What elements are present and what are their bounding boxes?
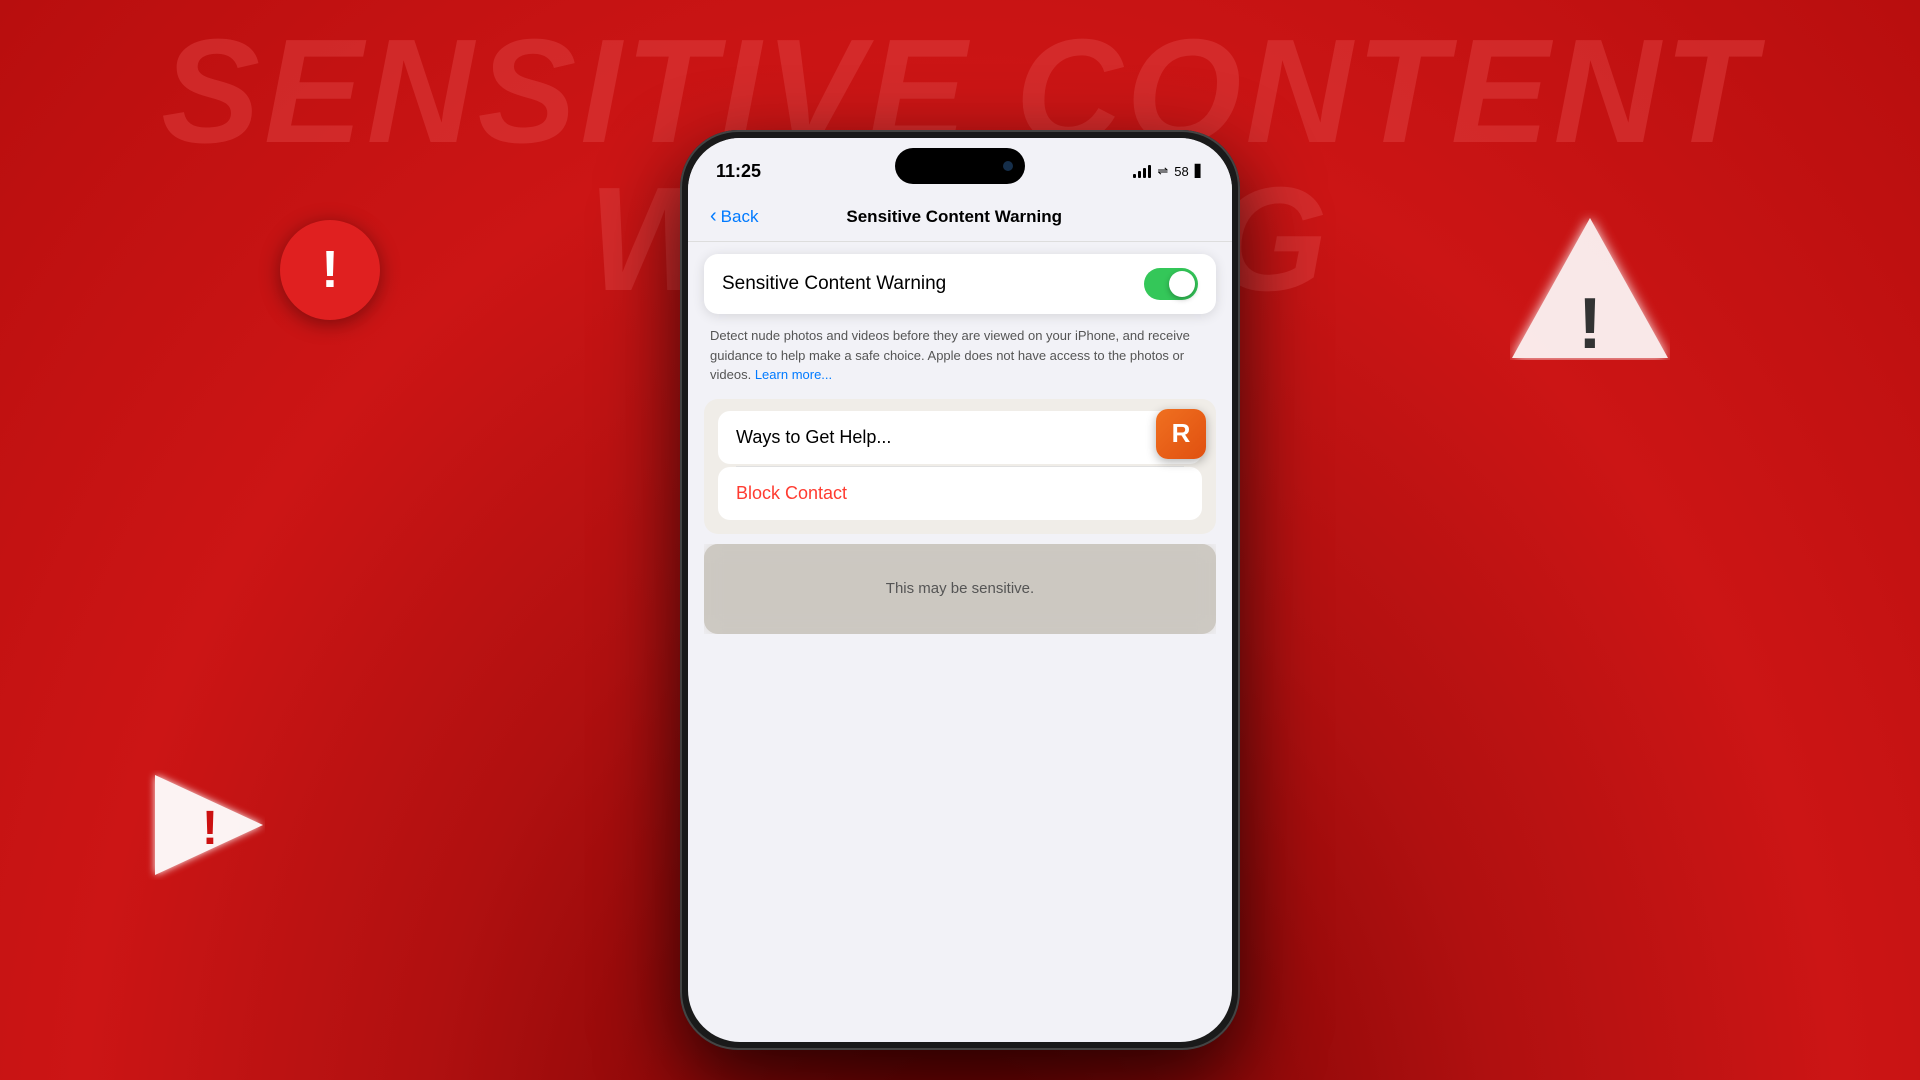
sensitive-content-area: This may be sensitive. [704,544,1216,634]
ways-to-help-label: Ways to Get Help... [736,427,891,447]
phone-frame: 11:25 ⇌ 58 ▋ [680,130,1240,1050]
toggle-switch[interactable] [1144,268,1198,300]
block-contact-label: Block Contact [736,483,847,503]
play-warning-icon: ! [145,770,255,880]
learn-more-link[interactable]: Learn more... [755,367,832,382]
status-bar: 11:25 ⇌ 58 ▋ [688,138,1232,192]
toggle-thumb [1169,271,1195,297]
back-button[interactable]: ‹ Back [710,205,758,228]
battery-body: ▋ [1195,164,1204,178]
settings-content: Sensitive Content Warning Detect nude ph… [688,242,1232,646]
phone-screen: 11:25 ⇌ 58 ▋ [688,138,1232,1042]
spacer [688,534,1232,544]
bar2 [1138,171,1141,178]
toggle-label: Sensitive Content Warning [722,273,946,295]
status-time: 11:25 [716,161,761,182]
phone-mockup: 11:25 ⇌ 58 ▋ [680,130,1240,1050]
back-label[interactable]: Back [721,207,759,227]
ways-to-help-item[interactable]: Ways to Get Help... [718,411,1202,464]
description-text: Detect nude photos and videos before the… [688,314,1232,385]
svg-text:!: ! [1578,284,1602,360]
svg-text:!: ! [202,802,218,855]
battery-icon: 58 [1174,164,1188,179]
nav-bar: ‹ Back Sensitive Content Warning [688,192,1232,242]
action-card: R Ways to Get Help... Block Contact [704,399,1216,534]
block-contact-item[interactable]: Block Contact [718,467,1202,520]
play-svg: ! [145,770,265,880]
action-card-inner: R Ways to Get Help... Block Contact [704,399,1216,534]
app-icon-letter: R [1172,418,1191,449]
bar1 [1133,174,1136,178]
toggle-card: Sensitive Content Warning [704,254,1216,314]
nav-title: Sensitive Content Warning [758,207,1150,227]
camera-dot [1003,161,1013,171]
bar4 [1148,165,1151,178]
warning-circle-icon: ! [280,220,380,320]
app-icon: R [1156,409,1206,459]
wifi-icon: ⇌ [1157,163,1168,179]
bar3 [1143,168,1146,178]
status-right: ⇌ 58 ▋ [1133,163,1204,179]
sensitive-label: This may be sensitive. [886,580,1034,597]
exclaim-icon: ! [321,244,338,296]
signal-bars [1133,164,1151,178]
warning-triangle-icon: ! [1510,210,1670,350]
dynamic-island [895,148,1025,184]
back-chevron-icon: ‹ [710,205,717,228]
triangle-svg: ! [1510,210,1670,360]
